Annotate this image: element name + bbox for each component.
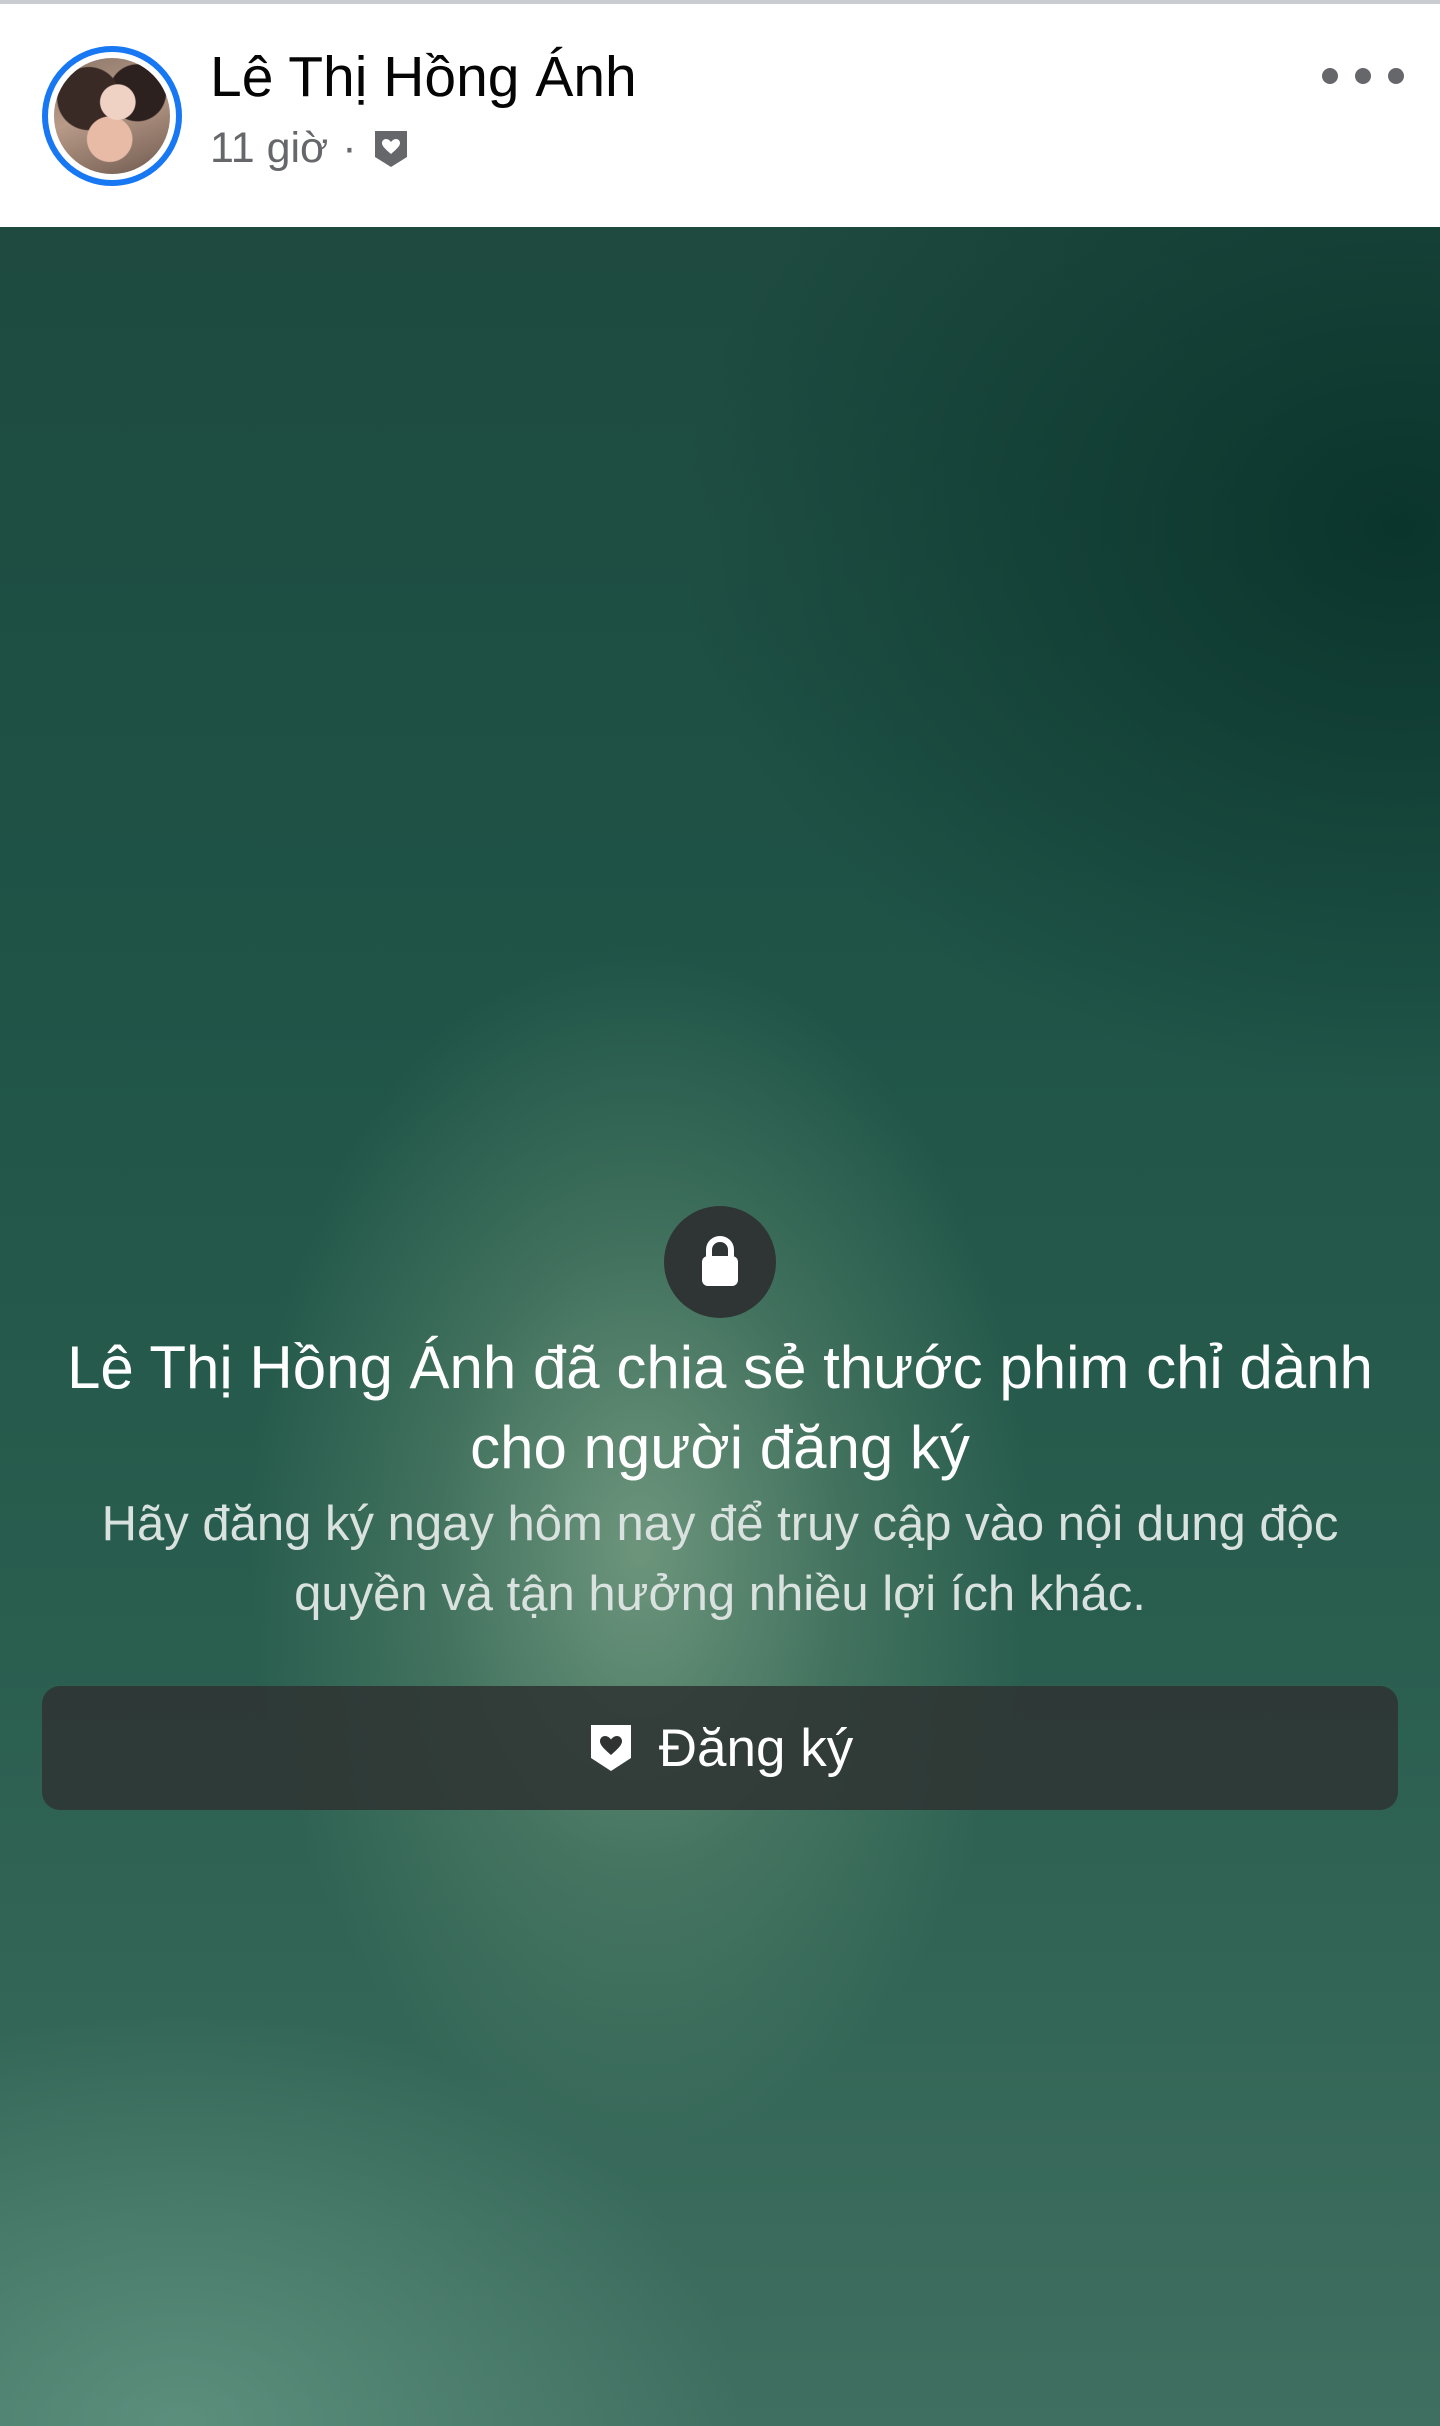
lock-icon: [664, 1206, 776, 1318]
author-name[interactable]: Lê Thị Hồng Ánh: [210, 44, 637, 110]
avatar-image: [54, 58, 170, 174]
locked-content-subtitle: Hãy đăng ký ngay hôm nay để truy cập vào…: [101, 1497, 1339, 1621]
locked-reel-media[interactable]: Lê Thị Hồng Ánh đã chia sẻ thước phim ch…: [0, 227, 1440, 2426]
subscriber-badge-icon: [374, 130, 407, 167]
subscribe-button-label: Đăng ký: [658, 1718, 854, 1778]
avatar[interactable]: [42, 46, 182, 186]
subscribe-button[interactable]: Đăng ký: [42, 1686, 1398, 1810]
more-options-icon[interactable]: [1322, 50, 1404, 102]
post-meta: 11 giờ ·: [210, 124, 411, 173]
post-header: Lê Thị Hồng Ánh 11 giờ ·: [0, 4, 1440, 227]
subscriber-badge-icon: [590, 1725, 631, 1771]
post-time[interactable]: 11 giờ: [210, 124, 328, 173]
meta-separator: ·: [342, 124, 357, 172]
locked-content-title: Lê Thị Hồng Ánh đã chia sẻ thước phim ch…: [67, 1334, 1373, 1481]
